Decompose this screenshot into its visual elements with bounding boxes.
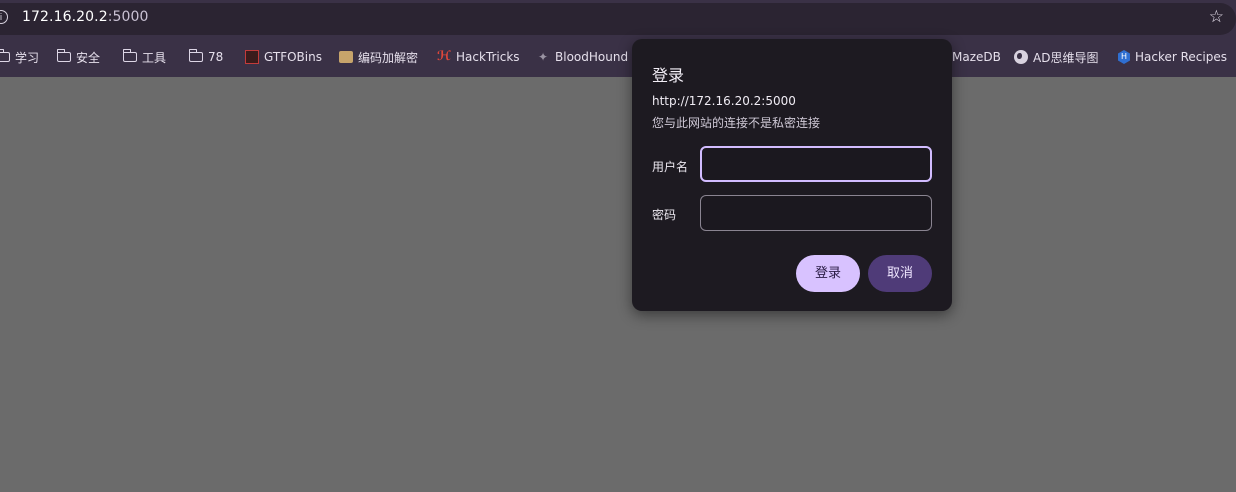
bookmark-label: 编码加解密 <box>358 50 419 65</box>
address-bar[interactable] <box>0 3 1236 35</box>
cancel-button[interactable]: 取消 <box>868 255 932 292</box>
bookmark-ad-mindmap[interactable]: AD思维导图 <box>1014 47 1098 67</box>
bookmark-label: MazeDB <box>952 50 1001 64</box>
dialog-url: http://172.16.20.2:5000 <box>652 94 796 108</box>
bookmark-label: GTFOBins <box>264 50 322 64</box>
bookmark-bloodhound[interactable]: ✦ BloodHound <box>536 47 628 67</box>
folder-icon <box>0 49 10 62</box>
bookmark-label: 78 <box>208 50 224 64</box>
bloodhound-icon: ✦ <box>537 50 549 64</box>
url-host: 172.16.20.2 <box>22 9 108 25</box>
folder-icon <box>56 49 71 62</box>
connection-warning: 您与此网站的连接不是私密连接 <box>652 116 821 130</box>
url-port: :5000 <box>107 9 149 25</box>
login-button[interactable]: 登录 <box>796 255 860 292</box>
hacker-recipes-icon: H <box>1118 50 1130 64</box>
bookmark-folder-study[interactable]: 学习 <box>0 47 39 67</box>
login-dialog: 登录 http://172.16.20.2:5000 您与此网站的连接不是私密连… <box>632 39 952 311</box>
bookmark-label: Hacker Recipes <box>1135 50 1227 64</box>
globe-icon <box>1014 50 1028 64</box>
bookmark-label: HackTricks <box>456 50 520 64</box>
bookmark-mazedb[interactable]: MazeDB <box>952 47 1001 67</box>
username-label: 用户名 <box>652 160 689 174</box>
bookmark-gtfobins[interactable]: GTFOBins <box>245 47 322 67</box>
bookmark-label: BloodHound <box>555 50 629 64</box>
bookmark-encoding[interactable]: 编码加解密 <box>339 47 418 67</box>
bookmark-folder-78[interactable]: 78 <box>188 47 224 67</box>
bookmark-hacker-recipes[interactable]: H Hacker Recipes <box>1118 47 1227 67</box>
bookmark-label: AD思维导图 <box>1033 50 1099 65</box>
package-icon <box>339 51 353 63</box>
bookmarks-bar: 学习 安全 工具 78 GTFOBins 编码加解密 ℋ HackTricks … <box>0 43 1236 71</box>
browser-toolbar: i 172.16.20.2:5000 ☆ 学习 安全 工具 78 GTFOBin… <box>0 0 1236 77</box>
hacktricks-icon: ℋ <box>437 49 451 64</box>
folder-icon <box>122 49 137 62</box>
url-text[interactable]: 172.16.20.2:5000 <box>22 9 149 25</box>
bookmark-label: 安全 <box>76 50 101 65</box>
bookmark-label: 学习 <box>15 50 40 65</box>
dialog-title: 登录 <box>652 66 685 85</box>
bookmark-folder-security[interactable]: 安全 <box>56 47 101 67</box>
folder-icon <box>188 49 203 62</box>
password-label: 密码 <box>652 208 677 222</box>
bookmark-hacktricks[interactable]: ℋ HackTricks <box>437 47 520 67</box>
username-input[interactable] <box>700 146 932 182</box>
password-input[interactable] <box>700 195 932 231</box>
bookmark-label: 工具 <box>142 50 167 65</box>
bookmark-folder-tools[interactable]: 工具 <box>122 47 167 67</box>
gtfobins-icon <box>245 50 259 64</box>
star-icon[interactable]: ☆ <box>1209 8 1224 26</box>
